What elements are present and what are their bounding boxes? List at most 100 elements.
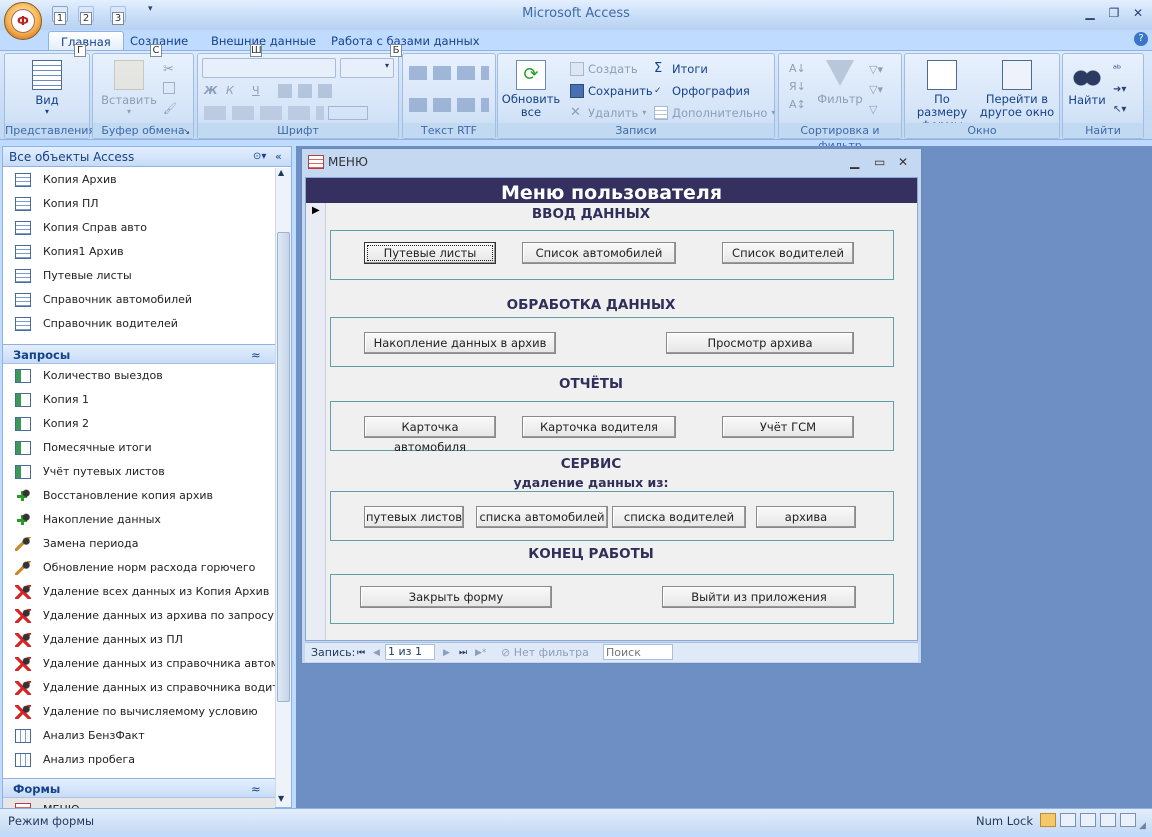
delete-archive-button[interactable]: архива	[756, 506, 856, 528]
form-view-icon[interactable]	[1040, 813, 1056, 827]
prev-record-icon[interactable]: ◀	[373, 644, 380, 662]
drivers-list-button[interactable]: Список водителей	[722, 242, 854, 264]
form-maximize-icon[interactable]: ▭	[874, 149, 885, 175]
tab-database-tools[interactable]: Работа с базами данных	[319, 31, 492, 51]
scroll-down-icon[interactable]: ▼	[278, 794, 284, 803]
scroll-up-icon[interactable]: ▲	[278, 168, 284, 177]
nav-item[interactable]: Обновление норм расхода горючего	[3, 556, 275, 580]
form-window-titlebar[interactable]: МЕНЮ ▁ ▭ ✕	[302, 149, 921, 175]
delete-drivers-button[interactable]: списка водителей	[612, 506, 746, 528]
find-button[interactable]: Найти	[1065, 60, 1109, 107]
gridlines-icon[interactable]	[328, 106, 368, 120]
scroll-thumb[interactable]	[277, 232, 290, 702]
list-icon[interactable]	[409, 98, 489, 112]
delete-record-button[interactable]: ✕ Удалить ▾	[570, 104, 646, 122]
nav-item[interactable]: Замена периода	[3, 532, 275, 556]
close-form-button[interactable]: Закрыть форму	[360, 586, 552, 608]
view-button[interactable]: Вид ▾	[17, 60, 77, 116]
minimize-icon[interactable]: ▁	[1080, 4, 1100, 22]
more-button[interactable]: Дополнительно ▾	[654, 104, 775, 122]
nav-item[interactable]: Количество выездов	[3, 364, 275, 388]
archive-view-button[interactable]: Просмотр архива	[666, 332, 854, 354]
nav-item[interactable]: Анализ БензФакт	[3, 724, 275, 748]
cut-icon[interactable]: ✂	[163, 62, 174, 77]
nav-item[interactable]: Удаление данных из справочника автом...	[3, 652, 275, 676]
collapse-chevron-icon[interactable]: ≈	[251, 345, 261, 365]
nav-item[interactable]: Копия ПЛ	[3, 192, 275, 216]
record-position-field[interactable]: 1 из 1	[385, 644, 435, 660]
nav-item[interactable]: Копия1 Архив	[3, 240, 275, 264]
nav-item[interactable]: Восстановление копия архив	[3, 484, 275, 508]
font-size-combo[interactable]: ▾	[340, 58, 394, 78]
underline-button[interactable]: Ч	[252, 84, 260, 97]
nav-item[interactable]: Копия Справ авто	[3, 216, 275, 240]
replace-goto-select-icons[interactable]: ᵃᵇ ➜▾ ↖▾	[1113, 60, 1126, 120]
nav-menu-dropdown-icon[interactable]: ⊙▾	[253, 147, 266, 167]
cars-list-button[interactable]: Список автомобилей	[522, 242, 676, 264]
collapse-chevron-icon[interactable]: ≈	[251, 779, 261, 799]
nav-item[interactable]: Копия 2	[3, 412, 275, 436]
design-view-icon[interactable]	[1120, 813, 1136, 827]
nav-item[interactable]: Справочник водителей	[3, 312, 275, 336]
exit-app-button[interactable]: Выйти из приложения	[662, 586, 856, 608]
search-input[interactable]	[603, 644, 673, 660]
driver-card-button[interactable]: Карточка водителя	[522, 416, 676, 438]
spelling-button[interactable]: ✓ Орфография	[654, 82, 750, 100]
nav-item[interactable]: Удаление данных из справочника водит...	[3, 676, 275, 700]
nav-item[interactable]: Накопление данных	[3, 508, 275, 532]
new-record-nav-icon[interactable]: ▶*	[475, 644, 486, 662]
record-selector[interactable]: ▶	[306, 203, 326, 640]
save-record-button[interactable]: Сохранить	[570, 82, 653, 100]
nav-group-queries[interactable]: Запросы ≈	[3, 344, 275, 364]
copy-icon[interactable]	[163, 82, 175, 94]
office-button[interactable]: Ф	[4, 2, 42, 40]
form-close-icon[interactable]: ✕	[898, 149, 908, 175]
font-color-buttons[interactable]	[204, 106, 324, 120]
nav-scrollbar[interactable]: ▲ ▼	[275, 168, 291, 807]
font-name-combo[interactable]	[202, 58, 336, 78]
tab-external-data[interactable]: Внешние данные	[199, 31, 328, 51]
first-record-icon[interactable]: ⏮	[357, 644, 365, 662]
indent-icon[interactable]	[409, 66, 489, 80]
nav-item[interactable]: Путевые листы	[3, 264, 275, 288]
nav-item[interactable]: Помесячные итоги	[3, 436, 275, 460]
filter-button[interactable]: Фильтр	[815, 60, 865, 106]
format-painter-icon[interactable]: 🖌	[163, 102, 177, 115]
delete-waybills-button[interactable]: путевых листов	[364, 506, 464, 528]
maximize-icon[interactable]: ❐	[1104, 4, 1124, 22]
pivot-table-view-icon[interactable]	[1080, 813, 1096, 827]
next-record-icon[interactable]: ▶	[443, 644, 450, 662]
totals-button[interactable]: Σ Итоги	[654, 60, 708, 78]
paste-button[interactable]: Вставить ▾	[99, 60, 159, 116]
sort-icons[interactable]: A↓ Я↓ A↕	[789, 60, 806, 114]
fuel-report-button[interactable]: Учёт ГСМ	[722, 416, 854, 438]
bold-button[interactable]: Ж	[204, 84, 217, 97]
shutter-bar-close-icon[interactable]: «	[275, 147, 282, 167]
form-minimize-icon[interactable]: ▁	[850, 149, 859, 175]
pivot-chart-view-icon[interactable]	[1100, 813, 1116, 827]
delete-cars-button[interactable]: списка автомобилей	[476, 506, 608, 528]
nav-item[interactable]: Удаление по вычисляемому условию	[3, 700, 275, 724]
last-record-icon[interactable]: ⏭	[459, 644, 467, 662]
align-buttons[interactable]	[278, 84, 338, 98]
nav-item[interactable]: Копия 1	[3, 388, 275, 412]
switch-windows-button[interactable]: Перейти в другое окно	[977, 60, 1057, 119]
nav-item[interactable]: Удаление данных из ПЛ	[3, 628, 275, 652]
fit-to-form-button[interactable]: По размеру формы	[909, 60, 975, 132]
refresh-all-button[interactable]: ⟳ Обновить все	[500, 60, 562, 119]
car-card-button[interactable]: Карточка автомобиля	[364, 416, 496, 454]
help-icon[interactable]: ?	[1134, 32, 1148, 46]
italic-button[interactable]: К	[226, 84, 234, 97]
new-record-button[interactable]: Создать	[570, 60, 638, 78]
waybills-button[interactable]: Путевые листы	[364, 242, 496, 264]
filter-options-icons[interactable]: ▽▾ ▽▾ ▽	[869, 60, 883, 120]
archive-accumulate-button[interactable]: Накопление данных в архив	[364, 332, 556, 354]
nav-item[interactable]: Удаление данных из архива по запросу	[3, 604, 275, 628]
nav-item[interactable]: Анализ пробега	[3, 748, 275, 772]
nav-pane-header[interactable]: Все объекты Access ⊙▾ «	[3, 147, 291, 167]
datasheet-view-icon[interactable]	[1060, 813, 1076, 827]
dialog-launcher-icon[interactable]: ↘	[183, 127, 190, 136]
no-filter-indicator[interactable]: ⊘ Нет фильтра	[501, 644, 589, 662]
nav-group-forms[interactable]: Формы ≈	[3, 778, 275, 798]
nav-item[interactable]: Справочник автомобилей	[3, 288, 275, 312]
